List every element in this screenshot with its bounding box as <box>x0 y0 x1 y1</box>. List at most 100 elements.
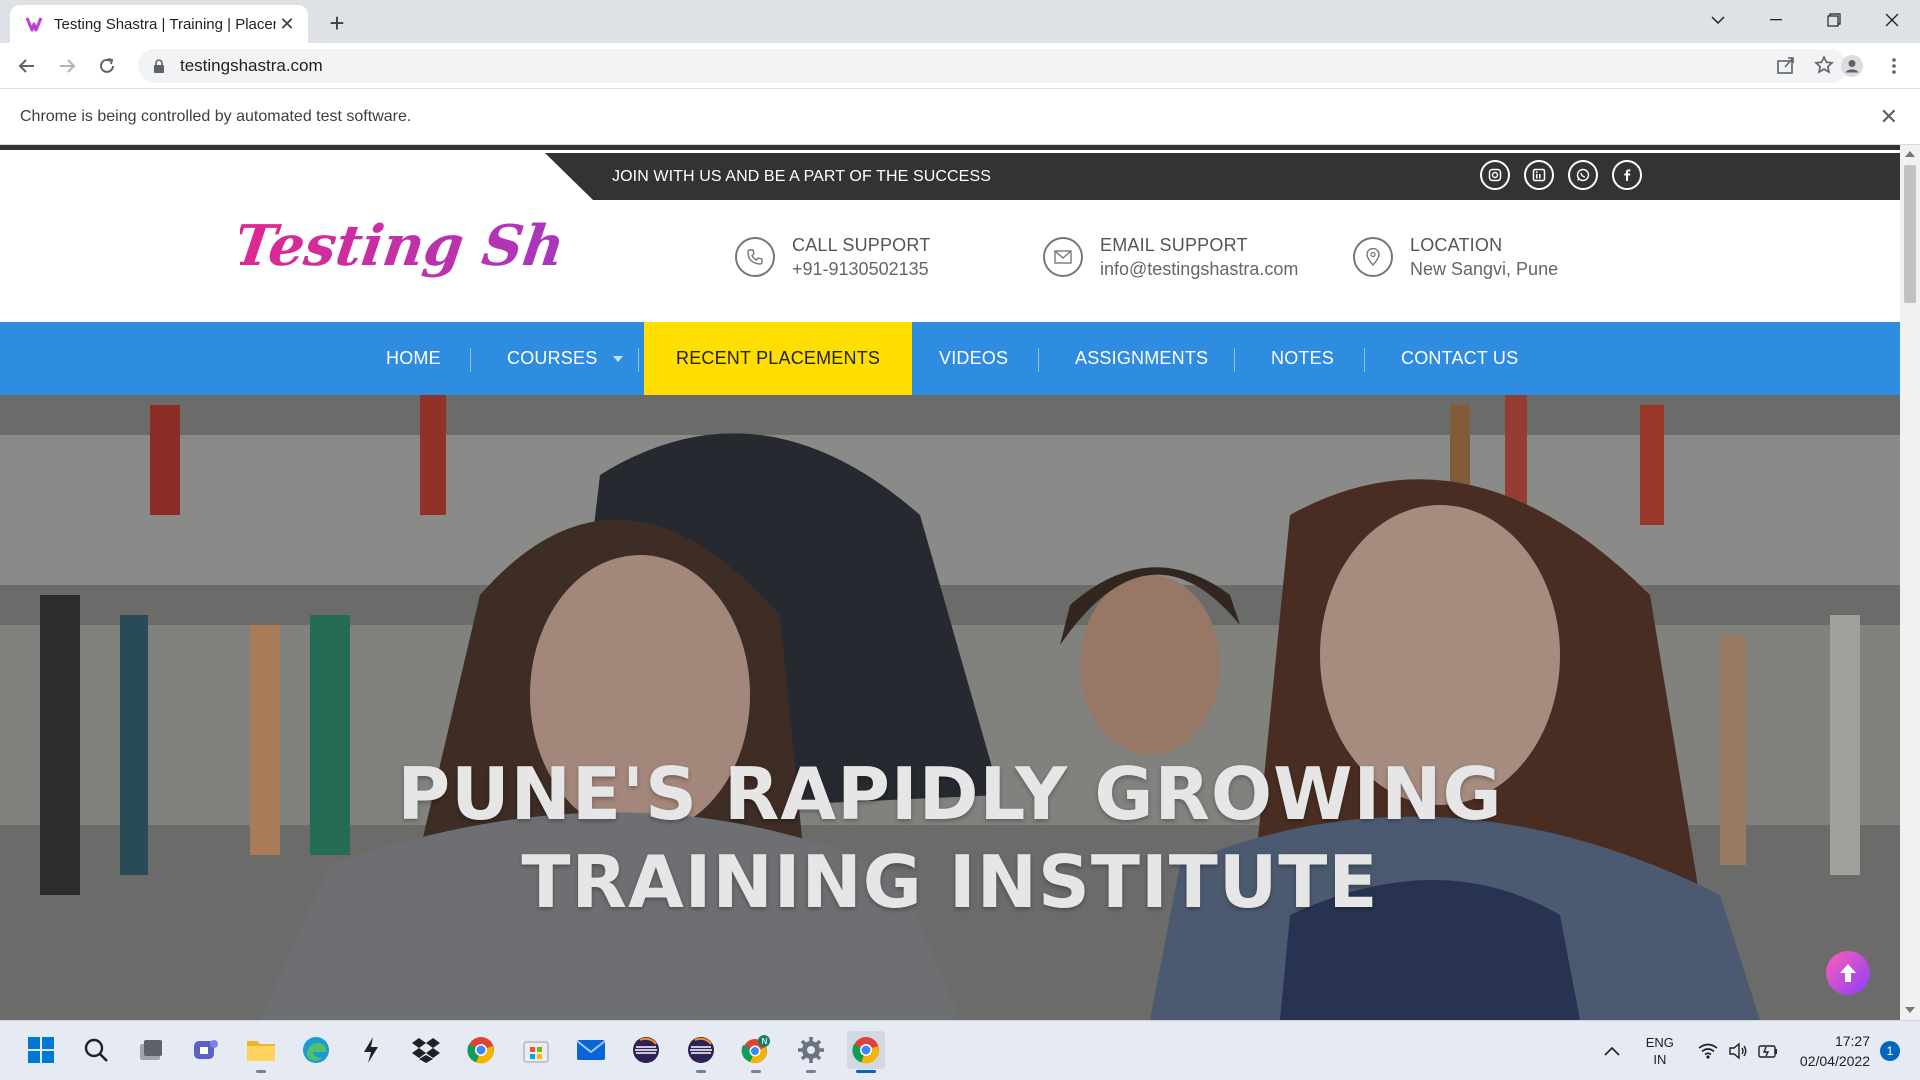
tray-overflow-chevron-icon[interactable] <box>1604 1046 1620 1056</box>
nav-assignments[interactable]: ASSIGNMENTS <box>1075 322 1208 395</box>
contact-email[interactable]: info@testingshastra.com <box>1100 259 1298 280</box>
clock-date: 02/04/2022 <box>1799 1053 1870 1069</box>
share-icon[interactable] <box>1776 55 1796 75</box>
nav-contact-us[interactable]: CONTACT US <box>1401 322 1518 395</box>
volume-icon[interactable] <box>1728 1042 1748 1060</box>
page-scrollbar[interactable] <box>1900 145 1920 1020</box>
contact-title: LOCATION <box>1410 235 1503 255</box>
system-tray: ENG IN 17:27 02/04/2022 1 <box>1604 1021 1900 1080</box>
running-indicator <box>751 1070 761 1073</box>
email-support: EMAIL SUPPORT info@testingshastra.com <box>1043 235 1298 280</box>
nav-recent-placements[interactable]: RECENT PLACEMENTS <box>644 322 913 395</box>
nav-courses-label: COURSES <box>507 348 598 368</box>
main-navigation: HOME COURSES RECENT PLACEMENTS VIDEOS AS… <box>0 322 1900 395</box>
eclipse-ide-2-icon[interactable] <box>682 1031 720 1073</box>
linkedin-icon[interactable] <box>1524 160 1554 190</box>
microsoft-store-icon[interactable] <box>517 1031 555 1069</box>
contact-title: CALL SUPPORT <box>792 235 931 255</box>
hero-title-line1: PUNE'S RAPIDLY GROWING <box>397 752 1503 836</box>
browser-tab-strip: Testing Shastra | Training | Placem ✕ + <box>0 0 1920 43</box>
instagram-icon[interactable] <box>1480 160 1510 190</box>
notification-badge[interactable]: 1 <box>1880 1041 1900 1061</box>
task-view-icon[interactable] <box>132 1031 170 1069</box>
caret-down-icon <box>613 355 624 362</box>
nav-notes[interactable]: NOTES <box>1271 322 1334 395</box>
contact-phone[interactable]: +91-9130502135 <box>792 259 930 280</box>
edge-browser-icon[interactable] <box>297 1031 335 1069</box>
scroll-down-arrow-icon[interactable] <box>1905 1007 1915 1013</box>
menu-kebab-icon[interactable] <box>1878 50 1910 82</box>
top-border <box>0 145 1900 150</box>
nav-home[interactable]: HOME <box>386 322 441 395</box>
back-button[interactable] <box>11 50 43 82</box>
chrome-profile-icon[interactable]: N <box>737 1031 775 1073</box>
new-tab-button[interactable]: + <box>322 8 352 38</box>
wifi-icon[interactable] <box>1698 1043 1718 1059</box>
nav-videos[interactable]: VIDEOS <box>939 322 1008 395</box>
language-code: ENG <box>1645 1035 1674 1050</box>
nav-divider <box>1038 348 1039 372</box>
reload-button[interactable] <box>91 50 123 82</box>
infobar-close-icon[interactable]: ✕ <box>1880 104 1898 130</box>
file-explorer-icon[interactable] <box>242 1031 280 1073</box>
browser-tab[interactable]: Testing Shastra | Training | Placem ✕ <box>10 5 308 43</box>
page-viewport: JOIN WITH US AND BE A PART OF THE SUCCES… <box>0 145 1920 1020</box>
call-support: CALL SUPPORT +91-9130502135 <box>735 235 930 280</box>
close-window-button[interactable] <box>1864 0 1920 40</box>
running-indicator <box>806 1070 816 1073</box>
scroll-up-arrow-icon[interactable] <box>1905 151 1915 157</box>
tab-close-icon[interactable]: ✕ <box>276 13 298 35</box>
chrome-icon[interactable] <box>462 1031 500 1069</box>
url-text: testingshastra.com <box>180 56 323 75</box>
whatsapp-icon[interactable] <box>1568 160 1598 190</box>
input-language[interactable]: ENG IN <box>1646 1034 1674 1068</box>
profile-avatar-icon[interactable] <box>1836 50 1868 82</box>
tab-search-icon[interactable] <box>1690 0 1746 40</box>
nav-divider <box>1234 348 1235 372</box>
automation-infobar: Chrome is being controlled by automated … <box>0 90 1920 145</box>
restore-button[interactable] <box>1806 0 1862 40</box>
hero-title-line2: TRAINING INSTITUTE <box>521 840 1379 924</box>
site-favicon-icon <box>25 17 43 32</box>
windows-taskbar: N ENG IN 17:27 02/04/2022 1 <box>0 1020 1920 1080</box>
phone-icon <box>735 237 775 277</box>
address-bar[interactable]: testingshastra.com <box>138 49 1848 83</box>
clock-time: 17:27 <box>1834 1033 1870 1049</box>
dropbox-icon[interactable] <box>407 1031 445 1069</box>
teams-chat-icon[interactable] <box>187 1031 225 1069</box>
arrow-up-icon <box>1840 964 1856 982</box>
top-bar: JOIN WITH US AND BE A PART OF THE SUCCES… <box>545 153 1900 200</box>
search-icon[interactable] <box>77 1031 115 1069</box>
eclipse-ide-icon[interactable] <box>627 1031 665 1069</box>
nav-divider <box>470 348 471 372</box>
nav-courses[interactable]: COURSES <box>507 322 624 395</box>
nav-divider <box>638 348 639 372</box>
hero-banner: PUNE'S RAPIDLY GROWING TRAINING INSTITUT… <box>0 395 1900 1020</box>
forward-button[interactable] <box>51 50 83 82</box>
infobar-message: Chrome is being controlled by automated … <box>20 108 412 125</box>
location: LOCATION New Sangvi, Pune <box>1353 235 1558 280</box>
tagline: JOIN WITH US AND BE A PART OF THE SUCCES… <box>612 168 991 185</box>
scrollbar-thumb[interactable] <box>1904 165 1916 303</box>
battery-icon[interactable] <box>1758 1043 1778 1059</box>
social-links <box>1480 160 1642 190</box>
mail-app-icon[interactable] <box>572 1031 610 1069</box>
scroll-to-top-button[interactable] <box>1826 951 1870 995</box>
contact-location: New Sangvi, Pune <box>1410 259 1559 279</box>
browser-toolbar: testingshastra.com <box>0 43 1920 89</box>
testing-shastra-logo[interactable]: Testing Shastra <box>240 203 560 293</box>
hero-overlay <box>0 395 1900 1020</box>
nav-divider <box>1364 348 1365 372</box>
clock[interactable]: 17:27 02/04/2022 <box>1800 1031 1870 1071</box>
chrome-active-icon[interactable] <box>847 1031 885 1073</box>
lock-icon[interactable] <box>152 59 166 73</box>
tab-title: Testing Shastra | Training | Placem <box>54 15 276 33</box>
settings-gear-icon[interactable] <box>792 1031 830 1073</box>
running-indicator <box>256 1070 266 1073</box>
start-windows-icon[interactable] <box>22 1031 60 1069</box>
minimize-button[interactable] <box>1748 0 1804 40</box>
running-indicator <box>696 1070 706 1073</box>
app-lightning-icon[interactable] <box>352 1031 390 1069</box>
bookmark-star-icon[interactable] <box>1814 55 1834 75</box>
facebook-icon[interactable] <box>1612 160 1642 190</box>
